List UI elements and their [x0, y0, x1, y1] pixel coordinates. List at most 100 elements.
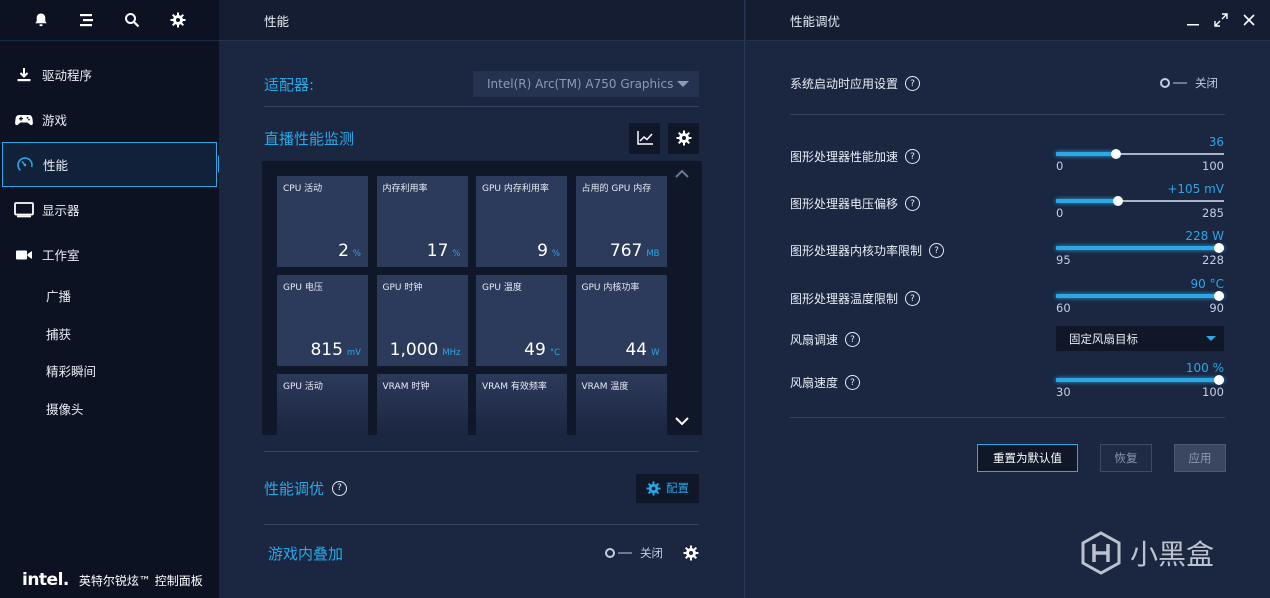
tuning-header: 性能调优: [746, 0, 1270, 41]
metric-value: 767: [609, 241, 643, 261]
voltage-offset-slider[interactable]: +105 mV 0 285: [1056, 182, 1224, 228]
slider-min: 60: [1056, 301, 1071, 315]
sidebar-item-label: 游戏: [42, 113, 68, 128]
configure-button[interactable]: 配置: [636, 473, 699, 503]
metric-value: 815: [310, 340, 343, 360]
sidebar-subitem-label: 摄像头: [46, 401, 84, 417]
startup-toggle-group: 关闭: [1160, 75, 1218, 91]
slider-thumb[interactable]: [1214, 375, 1224, 385]
slider-label: 图形处理器电压偏移: [790, 197, 899, 211]
sidebar-item-studio[interactable]: 工作室: [0, 232, 219, 277]
metric-tile[interactable]: GPU 电压 815 mV: [277, 275, 368, 366]
sidebar-item-games[interactable]: 游戏: [0, 97, 219, 142]
metric-value-group: 1,000 MHz: [390, 340, 461, 360]
metric-tile[interactable]: GPU 活动: [277, 374, 368, 435]
slider-max: 100: [1202, 159, 1224, 173]
fan-speed-slider[interactable]: 100 % 30 100: [1056, 361, 1224, 407]
metric-label: GPU 内核功率: [581, 283, 640, 293]
help-icon[interactable]: ?: [845, 332, 861, 347]
divider: [790, 417, 1225, 418]
metric-label: GPU 活动: [283, 382, 323, 392]
metric-value-group: 17%: [427, 241, 461, 261]
slider-row-power-limit: 图形处理器内核功率限制 ?: [790, 242, 945, 259]
power-limit-slider[interactable]: 228 W 95 228: [1056, 229, 1224, 275]
sidebar-subitem-camera[interactable]: 摄像头: [0, 390, 219, 428]
sidebar-item-performance[interactable]: 性能: [2, 142, 225, 187]
metric-tile[interactable]: GPU 内核功率 44 W: [575, 275, 667, 366]
fan-mode-select[interactable]: 固定风扇目标: [1056, 326, 1224, 351]
sidebar-subitem-highlights[interactable]: 精彩瞬间: [0, 352, 219, 390]
menu-icon[interactable]: [76, 9, 98, 31]
help-icon[interactable]: ?: [929, 243, 945, 258]
adapter-select[interactable]: Intel(R) Arc(TM) A750 Graphics: [473, 71, 699, 97]
metric-unit: °C: [549, 348, 560, 358]
sidebar-item-drivers[interactable]: 驱动程序: [0, 52, 219, 97]
apply-button[interactable]: 应用: [1174, 444, 1226, 472]
metric-tile[interactable]: 占用的 GPU 内存 767 MB: [575, 176, 667, 267]
slider-value: 228 W: [1185, 229, 1224, 243]
tiles-grid: CPU 活动 2% 内存利用率 17% GPU 内存利用率 9% 占用的 GPU 内存 767…: [277, 176, 669, 435]
monitor-actions: [629, 122, 699, 154]
slider-thumb[interactable]: [1112, 196, 1123, 206]
metric-label: VRAM 温度: [581, 382, 629, 392]
metric-tile[interactable]: VRAM 有效频率: [476, 374, 567, 435]
fan-speed-label: 风扇速度: [790, 376, 839, 390]
metric-label: VRAM 有效频率: [482, 382, 547, 392]
metric-tile[interactable]: GPU 温度 49 °C: [476, 275, 567, 366]
metric-value: 44: [625, 340, 648, 360]
startup-toggle[interactable]: [1160, 78, 1187, 88]
chart-view-button[interactable]: [629, 122, 660, 154]
scroll-up-button[interactable]: [672, 166, 692, 182]
scroll-down-button[interactable]: [672, 413, 692, 429]
performance-tiles: CPU 活动 2% 内存利用率 17% GPU 内存利用率 9% 占用的 GPU 内存 767…: [262, 161, 702, 435]
help-icon[interactable]: ?: [905, 149, 921, 164]
slider-thumb[interactable]: [1111, 149, 1122, 159]
metric-tile[interactable]: GPU 时钟 1,000 MHz: [376, 275, 468, 366]
help-icon[interactable]: ?: [905, 76, 921, 91]
help-icon[interactable]: ?: [332, 480, 348, 496]
chevron-down-icon: [674, 416, 690, 426]
search-icon[interactable]: [121, 9, 143, 31]
metric-label: GPU 内存利用率: [482, 184, 549, 194]
slider-thumb[interactable]: [1214, 243, 1224, 253]
metric-label: GPU 温度: [482, 283, 522, 293]
metric-value-group: 2%: [338, 241, 361, 261]
sidebar-subitem-broadcast[interactable]: 广播: [0, 277, 219, 315]
reset-defaults-button[interactable]: 重置为默认值: [977, 444, 1078, 472]
metric-tile[interactable]: VRAM 温度: [575, 374, 667, 435]
close-icon[interactable]: [1242, 13, 1256, 27]
help-icon[interactable]: ?: [845, 375, 861, 390]
metric-tile[interactable]: VRAM 时钟: [376, 374, 468, 435]
gear-icon[interactable]: [683, 545, 699, 561]
monitor-header: 直播性能监测: [264, 122, 699, 154]
sidebar-subitem-label: 精彩瞬间: [46, 364, 97, 380]
monitor-settings-button[interactable]: [668, 122, 699, 154]
gear-icon: [646, 480, 661, 496]
metric-tile[interactable]: 内存利用率 17%: [376, 176, 468, 267]
help-icon[interactable]: ?: [905, 196, 921, 211]
slider-row-temp-limit: 图形处理器温度限制 ?: [790, 290, 921, 307]
metric-tile[interactable]: GPU 内存利用率 9%: [476, 176, 567, 267]
minimize-icon[interactable]: [1186, 13, 1200, 27]
slider-value: 36: [1208, 135, 1224, 149]
sidebar-item-display[interactable]: 显示器: [0, 187, 219, 232]
expand-icon[interactable]: [1214, 13, 1228, 27]
sidebar-item-label: 显示器: [42, 203, 80, 218]
temp-limit-slider[interactable]: 90 °C 60 90: [1056, 277, 1224, 323]
fan-mode-value: 固定风扇目标: [1069, 331, 1138, 346]
metric-tile[interactable]: CPU 活动 2%: [277, 176, 368, 267]
perf-boost-slider[interactable]: 36 0 100: [1056, 135, 1224, 181]
sidebar-subitem-capture[interactable]: 捕获: [0, 315, 219, 353]
chevron-down-icon: [677, 81, 689, 87]
gear-icon[interactable]: [167, 9, 189, 31]
slider-thumb[interactable]: [1214, 291, 1224, 301]
metric-value: 1,000: [389, 340, 439, 360]
toggle-track: [618, 552, 632, 554]
help-icon[interactable]: ?: [905, 291, 921, 306]
overlay-toggle[interactable]: [605, 548, 632, 558]
metric-value-group: 49 °C: [524, 340, 560, 360]
restore-button[interactable]: 恢复: [1100, 444, 1152, 472]
bell-icon[interactable]: [30, 9, 52, 31]
adapter-row: 适配器: Intel(R) Arc(TM) A750 Graphics: [264, 62, 699, 107]
metric-unit: mV: [346, 348, 361, 358]
